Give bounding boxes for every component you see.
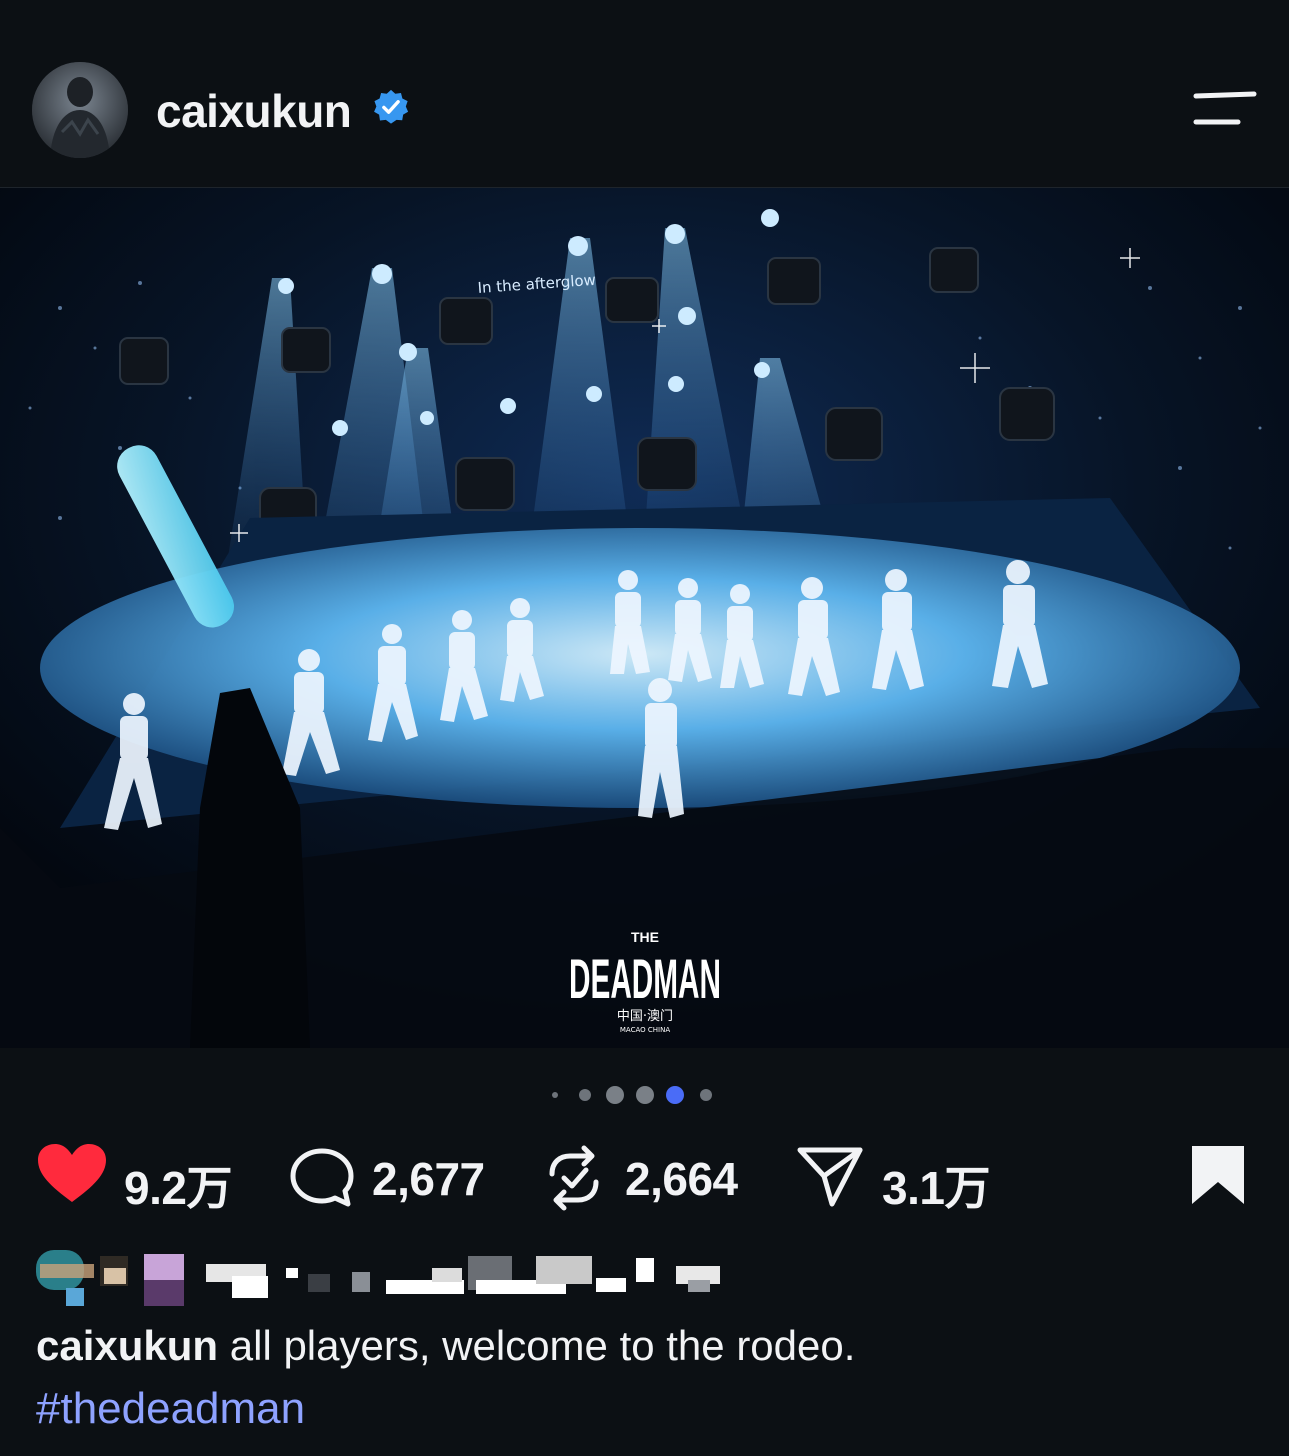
comment-icon[interactable] — [288, 1146, 356, 1210]
post-header: caixukun — [0, 0, 1289, 188]
logo-the: THE — [631, 929, 659, 945]
carousel-dot — [700, 1089, 712, 1101]
repost-count[interactable]: 2,664 — [625, 1152, 738, 1206]
comment-count[interactable]: 2,677 — [372, 1152, 485, 1206]
bookmark-icon[interactable] — [1188, 1142, 1248, 1208]
carousel-dot-active — [666, 1086, 684, 1104]
carousel-dot — [579, 1089, 591, 1101]
like-count[interactable]: 9.2万 — [124, 1152, 232, 1218]
header-username[interactable]: caixukun — [156, 84, 352, 138]
repost-icon[interactable] — [542, 1144, 606, 1212]
logo-subtitle-en: MACAO CHINA — [620, 1026, 670, 1034]
share-icon[interactable] — [796, 1144, 864, 1208]
carousel-indicator — [0, 1080, 1289, 1108]
carousel-dot — [552, 1092, 558, 1098]
logo-title: DEADMAN — [569, 947, 721, 1010]
concert-stage-photo: In the afterglow THE DEADMAN 中国·澳门 MACAO… — [0, 188, 1289, 1048]
caption-text: all players, welcome to the rodeo. — [229, 1322, 856, 1369]
caption-username[interactable]: caixukun — [36, 1322, 218, 1369]
logo-subtitle: 中国·澳门 — [617, 1008, 673, 1024]
heart-icon[interactable] — [36, 1142, 108, 1206]
share-count[interactable]: 3.1万 — [882, 1152, 990, 1218]
avatar[interactable] — [32, 62, 128, 158]
liked-by-row[interactable] — [36, 1246, 736, 1308]
carousel-dot — [636, 1086, 654, 1104]
carousel-dot — [606, 1086, 624, 1104]
liked-by-avatars-blurred — [36, 1250, 720, 1306]
menu-icon[interactable] — [1188, 86, 1260, 136]
post-image[interactable]: In the afterglow THE DEADMAN 中国·澳门 MACAO… — [0, 188, 1289, 1048]
action-bar: 9.2万 2,677 2,664 3.1万 — [0, 1130, 1289, 1220]
avatar-photo — [32, 62, 128, 158]
hashtag-link[interactable]: #thedeadman — [36, 1384, 305, 1434]
verified-badge-icon — [374, 89, 409, 124]
caption: caixukun all players, welcome to the rod… — [36, 1322, 855, 1370]
